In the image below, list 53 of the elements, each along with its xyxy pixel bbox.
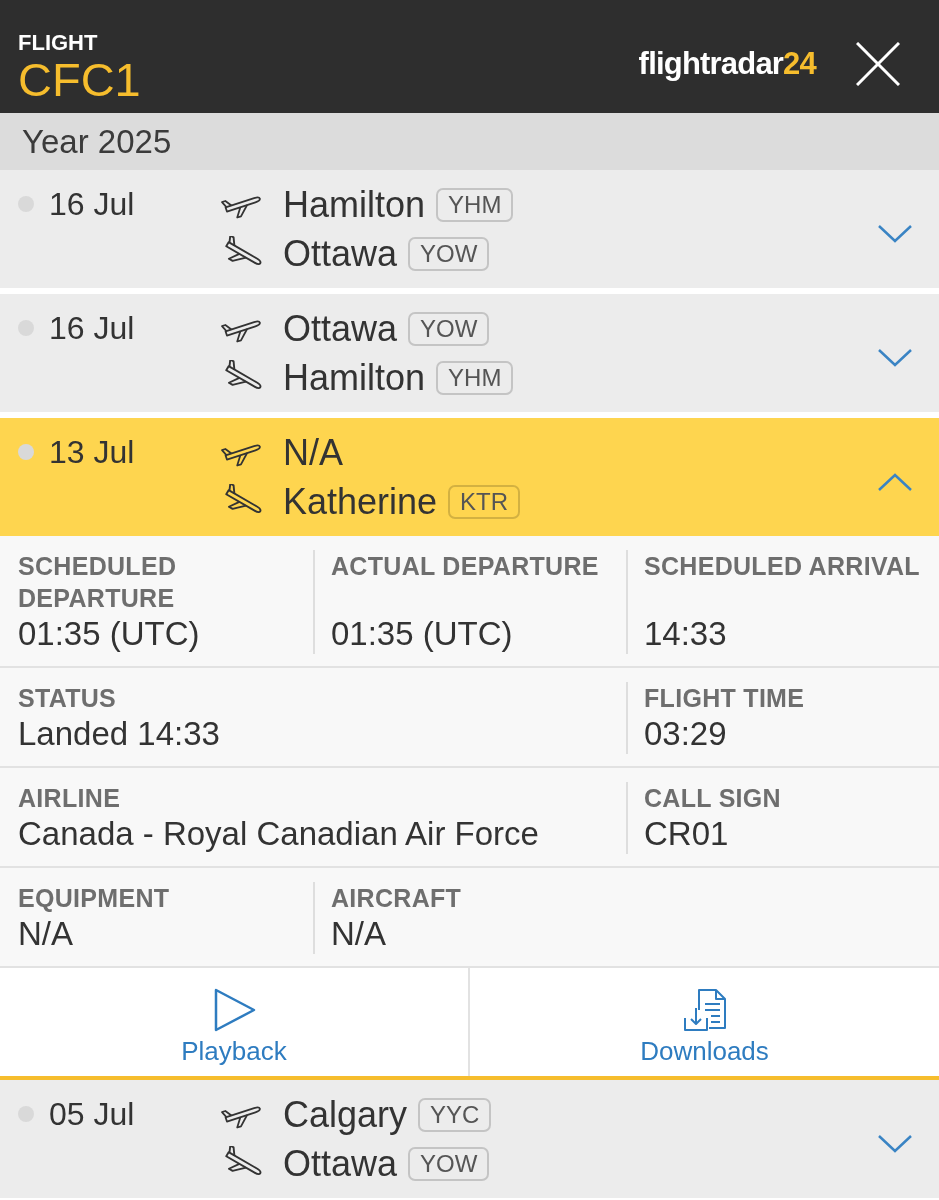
field-value: Canada - Royal Canadian Air Force [18,814,539,854]
flight-date: 16 Jul [49,185,136,224]
chevron-down-icon [877,1134,913,1154]
flight-date: 13 Jul [49,433,136,472]
status-dot-icon [18,444,34,460]
flight-number: CFC1 [18,55,141,105]
field-label: SCHEDULED ARRIVAL [644,551,920,582]
chevron-down-icon [877,224,913,244]
airport-code: YYC [418,1097,492,1132]
departure-city: N/A [283,430,343,475]
arrival-city: Ottawa [283,1141,398,1186]
logo-wordmark: flightradar24 [638,45,816,82]
arrival-city: Hamilton [283,355,426,400]
flight-date: 16 Jul [49,309,136,348]
field-label: SCHEDULED DEPARTURE [18,551,178,614]
airport-code: YHM [436,187,514,222]
field-value: Landed 14:33 [18,714,220,754]
airport-code: YOW [408,236,490,271]
airport-code: KTR [448,484,521,519]
flight-date: 05 Jul [49,1095,136,1134]
chevron-down-icon [877,348,913,368]
arrival-city: Ottawa [283,231,398,276]
field-value: CR01 [644,814,729,854]
departure-city: Calgary [283,1092,408,1137]
field-value: 01:35 (UTC) [18,614,200,654]
close-icon[interactable] [856,41,900,86]
field-label: AIRCRAFT [331,883,462,914]
departure-city: Ottawa [283,306,398,351]
airport-code: YHM [436,360,514,395]
field-value: 14:33 [644,614,727,654]
flight-row[interactable]: 13 Jul N/A Katherine KTR [0,418,939,536]
field-value: 03:29 [644,714,727,754]
field-label: CALL SIGN [644,783,781,814]
play-icon [212,988,256,1032]
field-label: STATUS [18,683,117,714]
flight-row[interactable]: 16 Jul Ottawa YOW Hamilton YHM [0,294,939,412]
document-download-icon [682,988,727,1032]
flight-label: FLIGHT [18,31,98,55]
flight-row[interactable]: 16 Jul Hamilton YHM Ottawa YOW [0,170,939,288]
field-value: N/A [331,914,386,954]
field-label: ACTUAL DEPARTURE [331,551,599,582]
airport-code: YOW [408,311,490,346]
chevron-up-icon [877,472,913,492]
field-label: EQUIPMENT [18,883,170,914]
year-header: Year 2025 [0,113,939,170]
field-value: N/A [18,914,73,954]
field-value: 01:35 (UTC) [331,614,513,654]
airport-code: YOW [408,1146,490,1181]
field-label: FLIGHT TIME [644,683,805,714]
departure-city: Hamilton [283,182,426,227]
field-label: AIRLINE [18,783,121,814]
flight-row[interactable]: 05 Jul Calgary YYC Ottawa YOW [0,1080,939,1198]
arrival-city: Katherine [283,479,438,524]
